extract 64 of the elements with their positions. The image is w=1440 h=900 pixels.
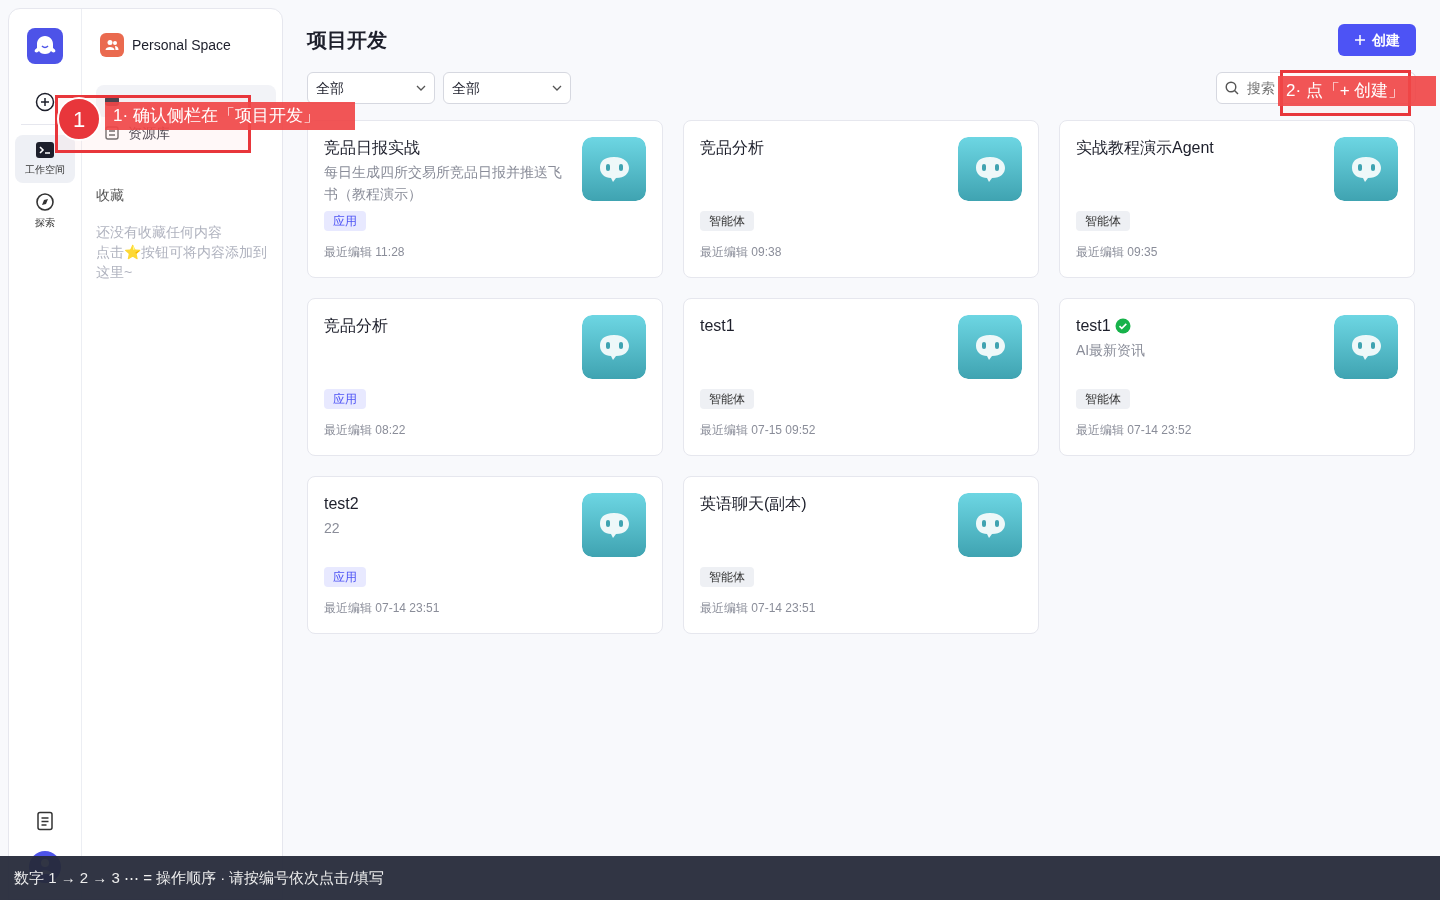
card-title: test1 — [1076, 316, 1111, 336]
type-tag: 智能体 — [1076, 389, 1130, 409]
page-title: 项目开发 — [307, 28, 387, 52]
chat-bot-avatar — [958, 137, 1022, 201]
project-card[interactable]: test1 智能体 最近编辑 07-15 09:52 — [683, 298, 1039, 456]
compass-icon — [35, 192, 55, 212]
card-title: test2 — [324, 494, 359, 514]
card-description: AI最新资讯 — [1076, 341, 1147, 360]
rail-tab[interactable]: 工作空间 — [15, 135, 75, 183]
chat-bot-avatar — [1334, 137, 1398, 201]
plus-icon — [1354, 34, 1366, 46]
card-title: test1 — [700, 316, 735, 336]
rail-tab[interactable]: 探索 — [15, 187, 75, 235]
edit-time: 最近编辑 07-14 23:52 — [1076, 422, 1193, 439]
document-icon[interactable] — [36, 811, 54, 831]
step-tooltip: 1· 确认侧栏在「项目开发」 — [105, 102, 355, 130]
chat-bot-avatar — [1334, 315, 1398, 379]
project-card[interactable]: 英语聊天(副本) 智能体 最近编辑 07-14 23:51 — [683, 476, 1039, 634]
project-card[interactable]: 竞品分析 智能体 最近编辑 09:38 — [683, 120, 1039, 278]
app-logo[interactable] — [27, 28, 63, 64]
add-icon[interactable] — [35, 92, 55, 112]
project-card[interactable]: test1 AI最新资讯 智能体 最近编辑 07-14 23:52 — [1059, 298, 1415, 456]
type-tag: 智能体 — [700, 389, 754, 409]
chat-bot-avatar — [582, 315, 646, 379]
chat-bot-avatar — [958, 315, 1022, 379]
edit-time: 最近编辑 07-14 23:51 — [700, 600, 816, 617]
type-tag: 智能体 — [700, 211, 754, 231]
card-description: 每日生成四所交易所竞品日报并推送飞书（教程演示） — [324, 163, 563, 204]
step-tooltip: 2· 点「+ 创建」 — [1278, 76, 1436, 106]
filter-dropdown[interactable]: 全部 — [307, 72, 435, 104]
type-tag: 应用 — [324, 389, 366, 409]
space-name[interactable]: Personal Space — [132, 34, 231, 56]
people-icon — [105, 39, 119, 51]
card-title: 英语聊天(副本) — [700, 494, 807, 514]
chat-bot-avatar — [958, 493, 1022, 557]
type-tag: 应用 — [324, 567, 366, 587]
project-card[interactable]: 竞品分析 应用 最近编辑 08:22 — [307, 298, 663, 456]
type-tag: 智能体 — [1076, 211, 1130, 231]
empty-message: 还没有收藏任何内容 — [96, 223, 223, 242]
empty-message: 点击⭐按钮可将内容添加到这里~ — [96, 243, 268, 282]
card-title: 竞品分析 — [700, 138, 764, 158]
filter-dropdown[interactable]: 全部 — [443, 72, 571, 104]
guide-toast: 数字 1 → 2 → 3 ⋯ = 操作顺序 · 请按编号依次点击/填写 — [0, 856, 1440, 900]
project-card[interactable]: 实战教程演示Agent 智能体 最近编辑 09:35 — [1059, 120, 1415, 278]
chevron-down-icon — [416, 85, 426, 91]
terminal-icon — [35, 141, 55, 159]
card-title: 实战教程演示Agent — [1076, 138, 1214, 158]
edit-time: 最近编辑 07-15 09:52 — [700, 422, 816, 439]
card-title: 竞品分析 — [324, 316, 388, 336]
edit-time: 最近编辑 09:35 — [1076, 244, 1159, 261]
edit-time: 最近编辑 08:22 — [324, 422, 406, 439]
edit-time: 最近编辑 11:28 — [324, 244, 406, 261]
card-title: 竞品日报实战 — [324, 138, 420, 158]
chat-bot-avatar — [582, 493, 646, 557]
type-tag: 智能体 — [700, 567, 754, 587]
section-heading: 收藏 — [96, 186, 125, 205]
project-card[interactable]: test2 22 应用 最近编辑 07-14 23:51 — [307, 476, 663, 634]
type-tag: 应用 — [324, 211, 366, 231]
edit-time: 最近编辑 07-14 23:51 — [324, 600, 441, 617]
chat-bot-avatar — [582, 137, 646, 201]
chevron-down-icon — [552, 85, 562, 91]
edit-time: 最近编辑 09:38 — [700, 244, 782, 261]
create-button[interactable]: 创建 — [1338, 24, 1416, 56]
card-description: 22 — [324, 519, 341, 538]
